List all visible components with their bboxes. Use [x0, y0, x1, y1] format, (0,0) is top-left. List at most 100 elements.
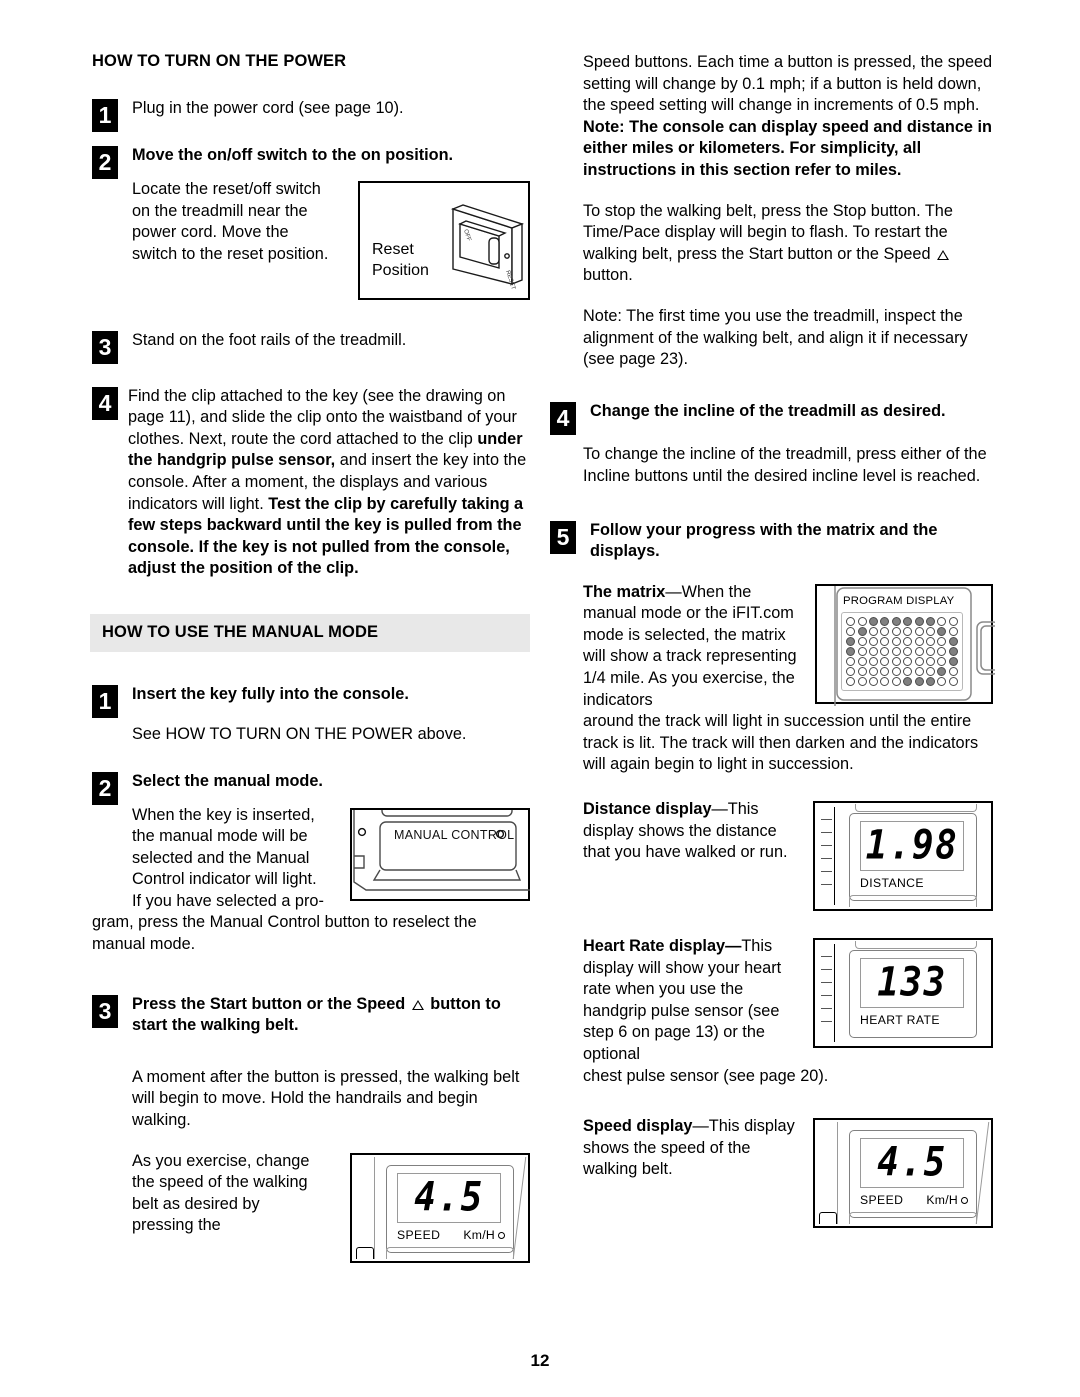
matrix-dot	[914, 636, 924, 646]
matrix-dot	[857, 646, 867, 656]
right-step-5: 5 Follow your progress with the matrix a…	[550, 520, 993, 563]
matrix-dot	[948, 656, 958, 666]
manual-step-3-body1: A moment after the button is pressed, th…	[132, 1067, 520, 1130]
matrix-dot	[925, 666, 935, 676]
matrix-dot	[891, 626, 901, 636]
matrix-dot	[925, 636, 935, 646]
matrix-dot	[914, 646, 924, 656]
manual-step-2-heading: Select the manual mode.	[132, 771, 323, 790]
matrix-dot	[914, 656, 924, 666]
step-1-text: Plug in the power cord (see page 10).	[132, 98, 404, 117]
panel-edge	[975, 1122, 990, 1225]
heart-rate-block: 133 HEART RATE Heart Rate display—This d…	[583, 936, 993, 1087]
step-1-power: 1 Plug in the power cord (see page 10).	[92, 98, 530, 132]
speed-panel: 4.5 SPEED Km/H	[849, 1130, 977, 1219]
distance-value: 1.98	[865, 822, 959, 869]
matrix-dot	[846, 656, 856, 666]
section-heading-power: HOW TO TURN ON THE POWER	[92, 52, 347, 70]
distance-caption: DISTANCE	[860, 876, 924, 891]
manual-control-figure: MANUAL CONTROL	[350, 807, 530, 901]
manual-step-2-body-full: gram, press the Manual Control button to…	[92, 913, 477, 954]
manual-step-2-body-block: MANUAL CONTROL When the key is inserted,…	[92, 805, 530, 956]
step-number-badge: 4	[550, 401, 576, 435]
program-matrix	[841, 611, 963, 691]
matrix-dot	[948, 616, 958, 626]
matrix-dot	[868, 616, 878, 626]
speed-block: 4.5 SPEED Km/H Speed display—This displa…	[583, 1116, 993, 1229]
speed-screen: 4.5	[860, 1138, 964, 1189]
distance-screen: 1.98	[860, 821, 964, 872]
manual-step-3-body2-block: 4.5 SPEED Km/H As you exercise, change t…	[92, 1151, 530, 1263]
matrix-dot	[880, 636, 890, 646]
matrix-dot	[846, 646, 856, 656]
matrix-dot	[948, 646, 958, 656]
reset-position-figure: Reset Position OFF RESET	[358, 180, 530, 300]
right-para-1: Speed buttons. Each time a button is pre…	[583, 52, 993, 182]
heart-rate-caption: HEART RATE	[860, 1013, 940, 1028]
matrix-dot	[868, 626, 878, 636]
matrix-dot	[925, 656, 935, 666]
reset-switch-drawing: OFF RESET	[450, 204, 525, 291]
left-column: HOW TO TURN ON THE POWER 1 Plug in the p…	[90, 52, 530, 1263]
matrix-dot	[937, 646, 947, 656]
matrix-dot	[903, 666, 913, 676]
matrix-dot	[846, 676, 856, 686]
step-number-badge: 2	[92, 146, 118, 180]
speed-screen: 4.5	[397, 1172, 501, 1223]
matrix-text: The matrix—When the manual mode or the i…	[583, 582, 801, 712]
matrix-dot	[868, 676, 878, 686]
matrix-dot	[880, 626, 890, 636]
panel-bottom-bar	[386, 1246, 514, 1259]
right-para-2: To stop the walking belt, press the Stop…	[583, 201, 993, 287]
manual-step-3-body2: As you exercise, change the speed of the…	[132, 1151, 310, 1235]
right-step-5-heading: Follow your progress with the matrix and…	[590, 520, 938, 561]
matrix-dot	[857, 616, 867, 626]
matrix-dot	[937, 616, 947, 626]
distance-display-figure: 1.98 DISTANCE	[813, 801, 993, 912]
matrix-dot	[948, 676, 958, 686]
step-number-badge: 3	[92, 330, 118, 364]
matrix-dot	[857, 636, 867, 646]
matrix-dot	[903, 676, 913, 686]
speed-bold: Speed display	[583, 1117, 693, 1136]
program-display-label: PROGRAM DISPLAY	[843, 594, 955, 607]
speed-unit-group: Km/H	[463, 1228, 505, 1242]
speed-panel: 4.5 SPEED Km/H	[386, 1164, 514, 1253]
matrix-dot	[868, 666, 878, 676]
matrix-text-cont: around the track will light in successio…	[583, 712, 979, 774]
matrix-dot	[925, 626, 935, 636]
right-step-4: 4 Change the incline of the treadmill as…	[550, 401, 993, 435]
panel-top-bar	[855, 941, 977, 950]
speed-up-triangle-icon	[937, 249, 950, 260]
heart-rate-value: 133	[877, 959, 947, 1006]
matrix-dot	[868, 636, 878, 646]
step-number-badge: 2	[92, 771, 118, 805]
speed-text: Speed display—This display shows the spe…	[583, 1116, 798, 1181]
matrix-dot	[903, 646, 913, 656]
matrix-dot	[857, 676, 867, 686]
step-2-heading: Move the on/off switch to the on positio…	[132, 146, 454, 165]
matrix-dot	[925, 646, 935, 656]
matrix-dot	[914, 626, 924, 636]
heart-rate-bold: Heart Rate display	[583, 937, 726, 956]
step-3-text: Stand on the foot rails of the treadmill…	[132, 330, 407, 349]
matrix-dot	[891, 666, 901, 676]
step-4-text: Find the clip attached to the key (see t…	[128, 386, 530, 580]
panel-bottom-bar	[849, 895, 977, 908]
right-para-1-bold: Note: The console can display speed and …	[583, 117, 992, 179]
matrix-text-rest: —When the manual mode or the iFIT.com mo…	[583, 582, 797, 709]
matrix-dot	[880, 666, 890, 676]
right-para-3: Note: The first time you use the treadmi…	[583, 306, 968, 369]
speed-caption: SPEED	[397, 1227, 441, 1242]
right-para-1-plain: Speed buttons. Each time a button is pre…	[583, 53, 993, 115]
matrix-dot	[948, 666, 958, 676]
matrix-dot	[891, 646, 901, 656]
matrix-dot	[937, 656, 947, 666]
manual-page: HOW TO TURN ON THE POWER 1 Plug in the p…	[0, 0, 1080, 1397]
matrix-dot	[868, 646, 878, 656]
matrix-dot	[903, 626, 913, 636]
section-heading-manual-mode: HOW TO USE THE MANUAL MODE	[90, 613, 530, 652]
matrix-dot	[937, 666, 947, 676]
matrix-dot	[846, 626, 856, 636]
matrix-dot	[891, 636, 901, 646]
